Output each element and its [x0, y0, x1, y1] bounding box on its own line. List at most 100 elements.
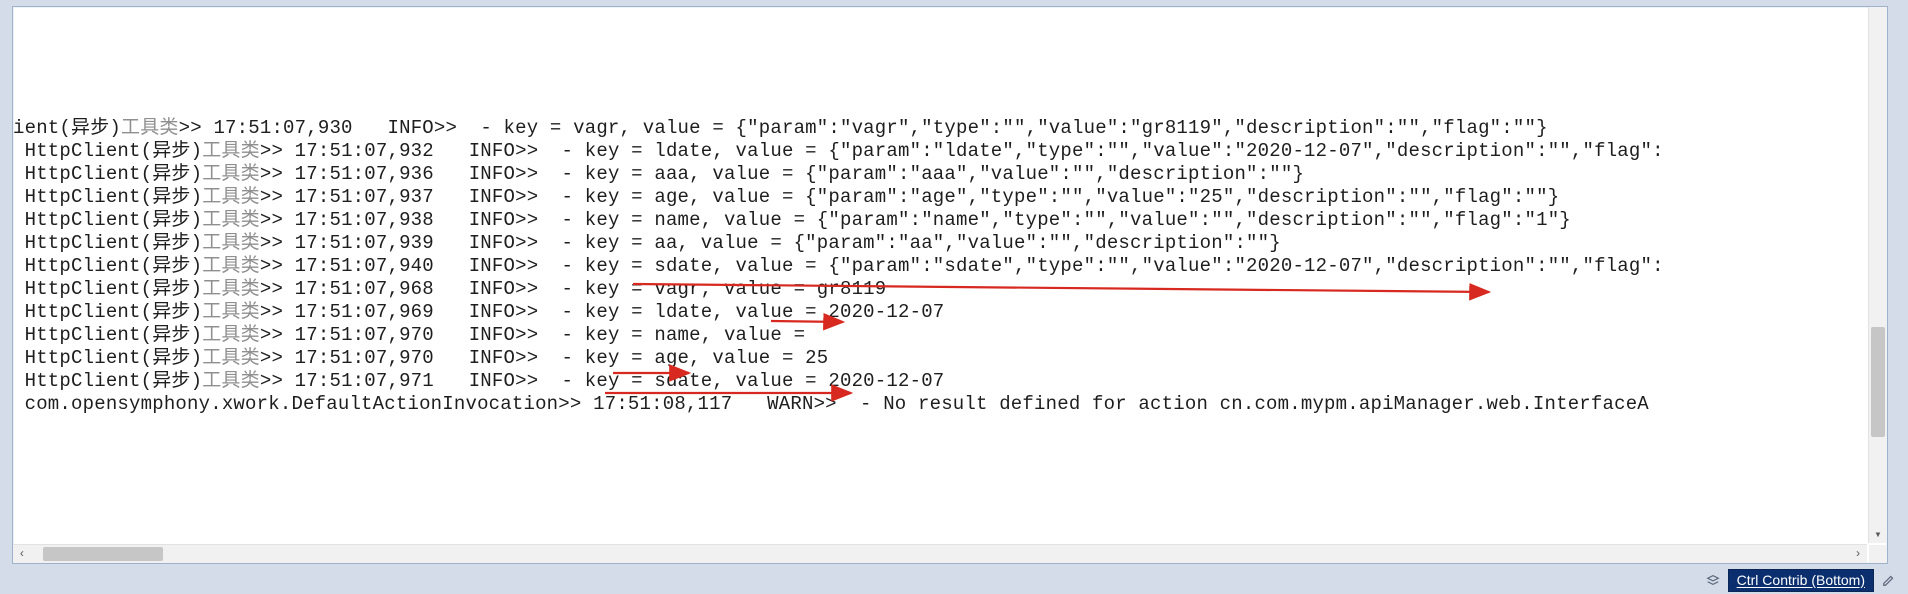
log-line: HttpClient(异步)工具类>> 17:51:07,970 INFO>> … — [13, 347, 1867, 370]
log-message: - key = sdate, value = {"param":"sdate",… — [538, 255, 1663, 277]
log-line: HttpClient(异步)工具类>> 17:51:07,936 INFO>> … — [13, 163, 1867, 186]
log-category: 工具类 — [202, 255, 260, 277]
log-category: 工具类 — [202, 232, 260, 254]
log-separator: >> — [260, 347, 295, 369]
log-message: - key = age, value = {"param":"age","typ… — [538, 186, 1559, 208]
log-level: WARN>> — [767, 393, 837, 415]
log-prefix: ient(异步) — [13, 117, 121, 139]
log-line: HttpClient(异步)工具类>> 17:51:07,970 INFO>> … — [13, 324, 1867, 347]
log-message: - key = ldate, value = {"param":"ldate",… — [538, 140, 1663, 162]
log-timestamp: 17:51:08,117 — [593, 393, 732, 415]
log-timestamp: 17:51:07,937 — [295, 186, 434, 208]
log-level: INFO>> — [469, 186, 539, 208]
log-message: - key = age, value = 25 — [538, 347, 828, 369]
scroll-down-icon[interactable]: ▾ — [1869, 525, 1887, 543]
log-line: HttpClient(异步)工具类>> 17:51:07,937 INFO>> … — [13, 186, 1867, 209]
log-line: HttpClient(异步)工具类>> 17:51:07,940 INFO>> … — [13, 255, 1867, 278]
log-message: - key = name, value = {"param":"name","t… — [538, 209, 1571, 231]
statusbar: Ctrl Contrib (Bottom) — [1704, 568, 1898, 592]
log-separator: >> — [260, 232, 295, 254]
log-message: - key = ldate, value = 2020-12-07 — [538, 301, 944, 323]
log-message: - key = sdate, value = 2020-12-07 — [538, 370, 944, 392]
window-outer: ient(异步)工具类>> 17:51:07,930 INFO>> - key … — [10, 4, 1890, 566]
log-timestamp: 17:51:07,930 — [213, 117, 352, 139]
log-separator: >> — [260, 370, 295, 392]
log-prefix: HttpClient(异步) — [13, 232, 202, 254]
log-message: - key = name, value = — [538, 324, 805, 346]
log-message: - key = vagr, value = {"param":"vagr","t… — [457, 117, 1548, 139]
log-level: INFO>> — [469, 347, 539, 369]
log-prefix: HttpClient(异步) — [13, 163, 202, 185]
log-line: HttpClient(异步)工具类>> 17:51:07,939 INFO>> … — [13, 232, 1867, 255]
log-category: 工具类 — [202, 140, 260, 162]
log-category: 工具类 — [202, 347, 260, 369]
log-level: INFO>> — [387, 117, 457, 139]
log-category: 工具类 — [121, 117, 179, 139]
log-timestamp: 17:51:07,939 — [295, 232, 434, 254]
scroll-left-icon[interactable]: ‹ — [13, 545, 31, 563]
log-category: 工具类 — [202, 370, 260, 392]
log-level: INFO>> — [469, 255, 539, 277]
log-level: INFO>> — [469, 301, 539, 323]
log-category: 工具类 — [202, 163, 260, 185]
log-separator: >> — [260, 186, 295, 208]
scroll-right-icon[interactable]: › — [1849, 545, 1867, 563]
log-message: - key = aaa, value = {"param":"aaa","val… — [538, 163, 1304, 185]
log-level: INFO>> — [469, 163, 539, 185]
log-line: HttpClient(异步)工具类>> 17:51:07,969 INFO>> … — [13, 301, 1867, 324]
log-line: HttpClient(异步)工具类>> 17:51:07,968 INFO>> … — [13, 278, 1867, 301]
log-line: ient(异步)工具类>> 17:51:07,930 INFO>> - key … — [13, 117, 1867, 140]
log-prefix: HttpClient(异步) — [13, 278, 202, 300]
scroll-corner — [1869, 545, 1887, 563]
log-prefix: HttpClient(异步) — [13, 370, 202, 392]
log-level: INFO>> — [469, 278, 539, 300]
console-panel: ient(异步)工具类>> 17:51:07,930 INFO>> - key … — [12, 6, 1888, 564]
log-separator: >> — [260, 140, 295, 162]
log-separator: >> — [179, 117, 214, 139]
log-prefix: HttpClient(异步) — [13, 140, 202, 162]
log-separator: >> — [260, 209, 295, 231]
layers-icon[interactable] — [1704, 571, 1722, 589]
log-category: 工具类 — [202, 324, 260, 346]
log-separator: >> — [260, 278, 295, 300]
log-line: HttpClient(异步)工具类>> 17:51:07,938 INFO>> … — [13, 209, 1867, 232]
log-level: INFO>> — [469, 232, 539, 254]
log-level: INFO>> — [469, 324, 539, 346]
log-prefix: HttpClient(异步) — [13, 255, 202, 277]
log-separator: >> — [260, 301, 295, 323]
log-prefix: HttpClient(异步) — [13, 209, 202, 231]
log-separator: >> — [260, 324, 295, 346]
log-message: - key = aa, value = {"param":"aa","value… — [538, 232, 1281, 254]
log-separator: >> — [558, 393, 593, 415]
log-prefix: HttpClient(异步) — [13, 347, 202, 369]
status-contrib-button[interactable]: Ctrl Contrib (Bottom) — [1728, 569, 1874, 592]
horizontal-scrollbar[interactable]: ‹ › — [13, 544, 1867, 563]
log-timestamp: 17:51:07,940 — [295, 255, 434, 277]
log-timestamp: 17:51:07,936 — [295, 163, 434, 185]
log-timestamp: 17:51:07,938 — [295, 209, 434, 231]
log-timestamp: 17:51:07,970 — [295, 347, 434, 369]
log-timestamp: 17:51:07,969 — [295, 301, 434, 323]
log-category: 工具类 — [202, 186, 260, 208]
log-category: 工具类 — [202, 209, 260, 231]
log-content: ient(异步)工具类>> 17:51:07,930 INFO>> - key … — [13, 117, 1867, 416]
log-prefix: HttpClient(异步) — [13, 186, 202, 208]
log-viewport[interactable]: ient(异步)工具类>> 17:51:07,930 INFO>> - key … — [13, 7, 1867, 543]
log-timestamp: 17:51:07,932 — [295, 140, 434, 162]
vertical-scrollbar[interactable]: ▾ — [1868, 7, 1887, 543]
horizontal-scroll-thumb[interactable] — [43, 547, 163, 561]
log-separator: >> — [260, 255, 295, 277]
log-level: INFO>> — [469, 140, 539, 162]
vertical-scroll-thumb[interactable] — [1871, 327, 1885, 437]
log-message: - key = vagr, value = gr8119 — [538, 278, 886, 300]
log-line: HttpClient(异步)工具类>> 17:51:07,932 INFO>> … — [13, 140, 1867, 163]
log-level: INFO>> — [469, 209, 539, 231]
edit-icon[interactable] — [1880, 571, 1898, 589]
log-level: INFO>> — [469, 370, 539, 392]
log-line: HttpClient(异步)工具类>> 17:51:07,971 INFO>> … — [13, 370, 1867, 393]
log-prefix: HttpClient(异步) — [13, 324, 202, 346]
log-message: - No result defined for action cn.com.my… — [837, 393, 1649, 415]
log-prefix: HttpClient(异步) — [13, 301, 202, 323]
log-timestamp: 17:51:07,970 — [295, 324, 434, 346]
log-separator: >> — [260, 163, 295, 185]
